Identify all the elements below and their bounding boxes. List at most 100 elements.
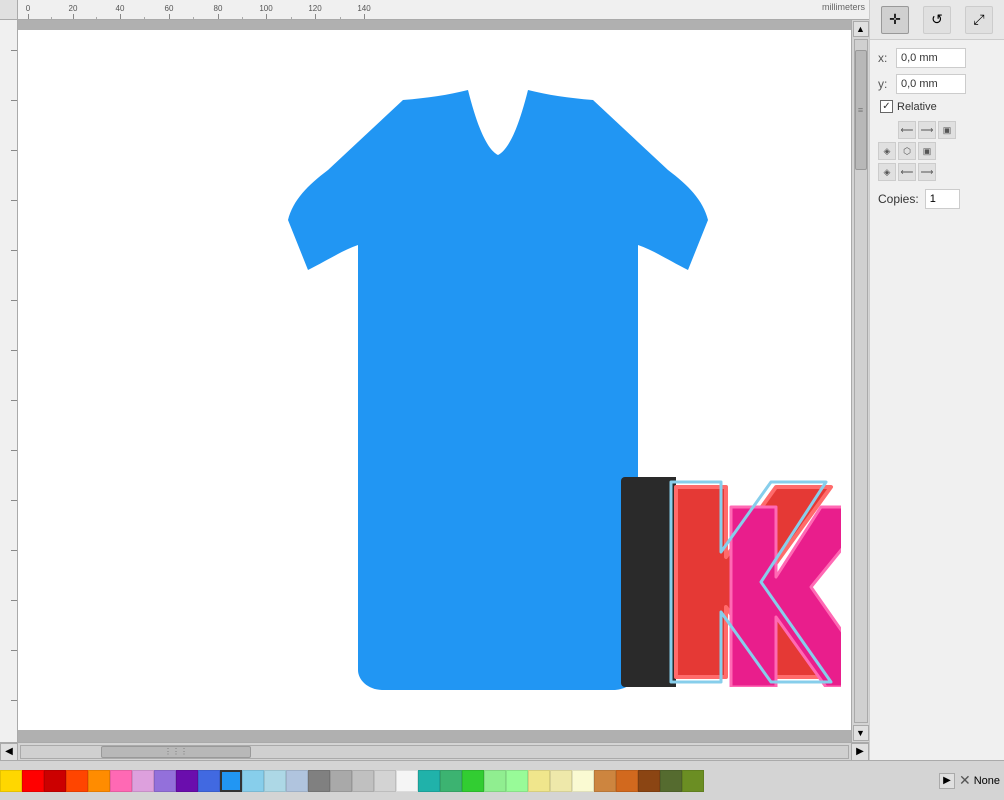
none-x-icon: ✕ — [959, 772, 971, 789]
transform-row-1: ⟵ ⟶ ▣ — [878, 121, 996, 139]
color-swatch-darkgray[interactable] — [330, 770, 352, 792]
color-swatch-blue[interactable] — [220, 770, 242, 792]
relative-checkbox[interactable]: ✓ — [880, 100, 893, 113]
v-ruler-tick — [11, 100, 17, 101]
ruler-label-0: 0 — [26, 4, 30, 13]
color-swatch-chocolate[interactable] — [616, 770, 638, 792]
color-swatch-peru[interactable] — [594, 770, 616, 792]
color-swatch-gray[interactable] — [308, 770, 330, 792]
color-swatch-lightblue[interactable] — [264, 770, 286, 792]
color-swatch-orangered[interactable] — [66, 770, 88, 792]
color-swatch-purple[interactable] — [176, 770, 198, 792]
color-swatch-darkolivegreen[interactable] — [660, 770, 682, 792]
color-swatch-lightsteelblue[interactable] — [286, 770, 308, 792]
transform-btn-5[interactable]: ⬡ — [898, 142, 916, 160]
rotate-icon: ↺ — [931, 11, 943, 28]
ruler-label-140: 140 — [357, 4, 370, 13]
color-swatch-hotpink[interactable] — [110, 770, 132, 792]
v-ruler-tick — [11, 650, 17, 651]
scale-tool-button[interactable]: ⤢ — [965, 6, 993, 34]
ruler-label-40: 40 — [116, 4, 125, 13]
v-ruler-tick — [11, 300, 17, 301]
color-swatch-lightgray[interactable] — [374, 770, 396, 792]
v-ruler-tick — [11, 700, 17, 701]
transform-btn-2[interactable]: ⟶ — [918, 121, 936, 139]
v-ruler-tick — [11, 150, 17, 151]
transform-btn-7[interactable]: ◈ — [878, 163, 896, 181]
hscroll-thumb[interactable]: ⋮⋮⋮ — [101, 746, 251, 758]
color-swatch-mediumpurple[interactable] — [154, 770, 176, 792]
canvas-area: millimeters 0 20 40 60 80 100 — [0, 0, 869, 760]
scale-icon: ⤢ — [973, 11, 984, 28]
color-swatch-palegoldenrod[interactable] — [550, 770, 572, 792]
color-swatch-lightgoldenrodyellow[interactable] — [572, 770, 594, 792]
color-swatch-lightgreen[interactable] — [484, 770, 506, 792]
transform-btn-1[interactable]: ⟵ — [898, 121, 916, 139]
color-swatch-mediumseagreen[interactable] — [440, 770, 462, 792]
vscroll-up-button[interactable]: ▲ — [853, 21, 869, 37]
ruler-label-60: 60 — [165, 4, 174, 13]
logo-k-svg — [666, 477, 841, 687]
relative-row: ✓ Relative — [880, 100, 996, 113]
panel-content: x: y: ✓ Relative ⟵ — [870, 40, 1004, 760]
transform-btn-8[interactable]: ⟵ — [898, 163, 916, 181]
vscroll-down-button[interactable]: ▼ — [853, 725, 869, 741]
color-swatch-skyblue[interactable] — [242, 770, 264, 792]
ruler-unit-label: millimeters — [822, 2, 865, 12]
vscroll-grip: ≡ — [858, 105, 863, 115]
x-label: x: — [878, 51, 896, 65]
color-palette — [0, 763, 869, 799]
y-input[interactable] — [896, 74, 966, 94]
canvas-viewport[interactable] — [18, 20, 851, 742]
color-swatch-darkred[interactable] — [44, 770, 66, 792]
vertical-scrollbar[interactable]: ▲ ≡ ▼ — [851, 20, 869, 742]
ruler-row: millimeters 0 20 40 60 80 100 — [0, 0, 869, 20]
x-input[interactable] — [896, 48, 966, 68]
color-swatch-khaki[interactable] — [528, 770, 550, 792]
color-swatch-lightseagreen[interactable] — [418, 770, 440, 792]
right-panel: ✛ ↺ ⤢ x: y: — [869, 0, 1004, 760]
v-ruler-tick — [11, 400, 17, 401]
v-ruler-tick — [11, 250, 17, 251]
color-swatch-saddlebrown[interactable] — [638, 770, 660, 792]
color-swatch-silver[interactable] — [352, 770, 374, 792]
vscroll-track[interactable]: ≡ — [854, 39, 868, 723]
move-tool-button[interactable]: ✛ — [881, 6, 909, 34]
right-panel-toolbar: ✛ ↺ ⤢ — [870, 0, 1004, 40]
palette-scroll-right[interactable]: ▶ — [939, 773, 955, 789]
app-container: millimeters 0 20 40 60 80 100 — [0, 0, 1004, 800]
hscroll-right-button[interactable]: ▶ — [851, 743, 869, 761]
transform-btn-9[interactable]: ⟶ — [918, 163, 936, 181]
v-ruler-tick — [11, 350, 17, 351]
hscroll-left-button[interactable]: ◀ — [0, 743, 18, 761]
color-swatch-whitesmoke[interactable] — [396, 770, 418, 792]
transform-rows: ⟵ ⟶ ▣ ◈ ⬡ ▣ ◈ ⟵ ⟶ — [878, 121, 996, 181]
y-coord-row: y: — [878, 74, 996, 94]
color-swatch-plum[interactable] — [132, 770, 154, 792]
hscroll-track[interactable]: ⋮⋮⋮ — [20, 745, 849, 759]
copies-input[interactable] — [925, 189, 960, 209]
transform-row-2: ◈ ⬡ ▣ — [878, 142, 996, 160]
color-swatch-yellow[interactable] — [0, 770, 22, 792]
transform-btn-3[interactable]: ▣ — [938, 121, 956, 139]
color-swatch-red[interactable] — [22, 770, 44, 792]
color-swatch-limegreen[interactable] — [462, 770, 484, 792]
x-coord-row: x: — [878, 48, 996, 68]
top-area: millimeters 0 20 40 60 80 100 — [0, 0, 1004, 760]
color-swatch-olivedrab[interactable] — [682, 770, 704, 792]
none-button[interactable]: ✕ None — [959, 772, 1000, 789]
copies-row: Copies: — [878, 189, 996, 209]
color-swatch-royalblue[interactable] — [198, 770, 220, 792]
vertical-ruler — [0, 20, 18, 742]
ruler-label-20: 20 — [69, 4, 78, 13]
move-icon: ✛ — [889, 11, 901, 28]
color-swatch-palegreen[interactable] — [506, 770, 528, 792]
ruler-label-120: 120 — [308, 4, 321, 13]
color-swatch-orange[interactable] — [88, 770, 110, 792]
transform-btn-6[interactable]: ▣ — [918, 142, 936, 160]
transform-btn-4[interactable]: ◈ — [878, 142, 896, 160]
vscroll-thumb[interactable]: ≡ — [855, 50, 867, 170]
rotate-tool-button[interactable]: ↺ — [923, 6, 951, 34]
horizontal-scrollbar[interactable]: ◀ ⋮⋮⋮ ▶ — [0, 742, 869, 760]
horizontal-ruler: millimeters 0 20 40 60 80 100 — [18, 0, 869, 20]
